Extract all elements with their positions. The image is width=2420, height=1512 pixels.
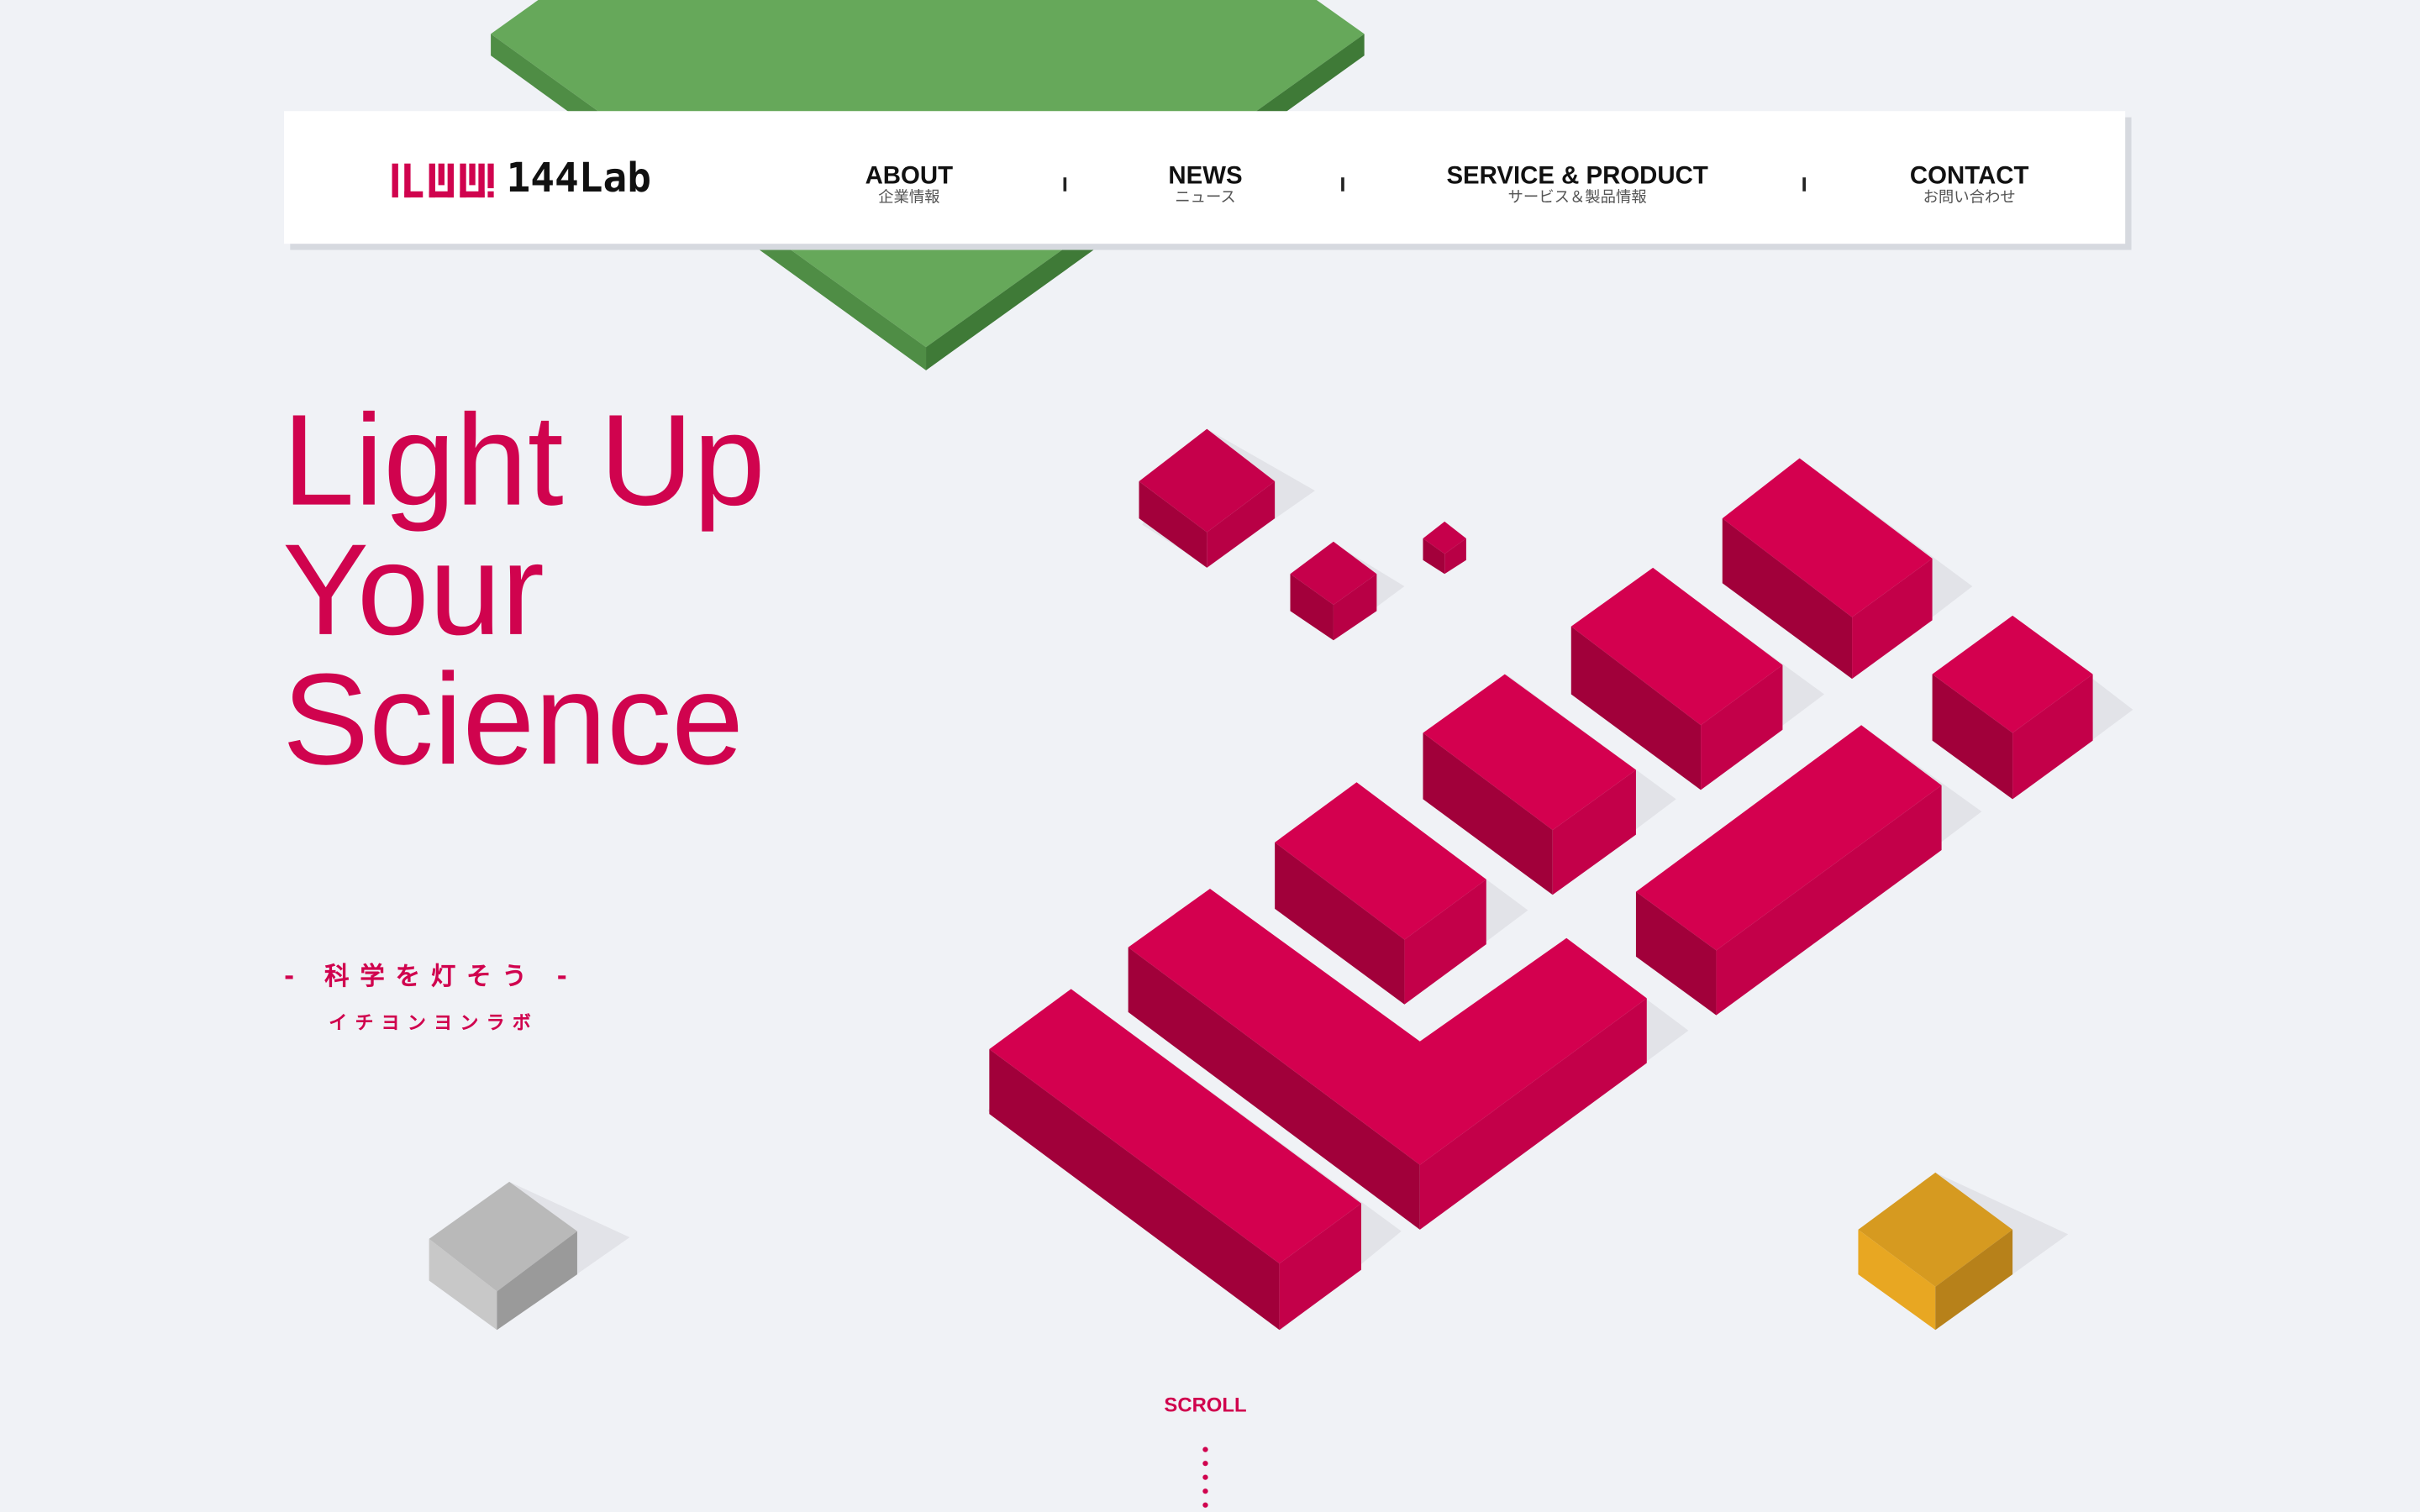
nav-about[interactable]: ABOUT 企業情報 — [865, 164, 953, 208]
small-cube-2 — [1290, 541, 1377, 641]
site-logo[interactable]: 144Lab — [392, 155, 651, 204]
nav-contact-sublabel: お問い合わせ — [1923, 189, 2016, 207]
hero-headline-line-3: Science — [282, 646, 744, 792]
hero-kana-reading: イチヨンヨンラボ — [329, 1011, 539, 1034]
nav-about-sublabel: 企業情報 — [878, 189, 940, 207]
hero-tagline: - 科学を灯そう - — [283, 961, 578, 991]
nav-news[interactable]: NEWS ニュース — [1168, 164, 1242, 208]
nav-service-product-sublabel: サービス＆製品情報 — [1507, 189, 1647, 207]
scroll-indicator-label[interactable]: SCROLL — [1164, 1394, 1246, 1417]
gold-cube — [1858, 1172, 2013, 1331]
nav-contact-label: CONTACT — [1909, 163, 2029, 190]
small-cube-1 — [1139, 428, 1276, 568]
site-header: 144Lab ABOUT 企業情報 NEWS ニュース SERVICE & PR… — [283, 111, 2126, 244]
nav-about-label: ABOUT — [865, 163, 954, 190]
nav-separator — [1341, 177, 1344, 192]
hero-headline-line-1: Light Up — [282, 387, 765, 533]
144lab-logo-mark-icon — [392, 163, 494, 198]
nav-contact[interactable]: CONTACT お問い合わせ — [1910, 164, 2028, 208]
nav-service-product[interactable]: SERVICE & PRODUCT サービス＆製品情報 — [1446, 164, 1707, 208]
nav-separator — [1802, 177, 1806, 192]
nav-service-product-label: SERVICE & PRODUCT — [1446, 163, 1708, 190]
nav-news-label: NEWS — [1168, 163, 1243, 190]
block-2 — [1932, 615, 2093, 800]
nav-news-sublabel: ニュース — [1175, 189, 1236, 207]
small-cube-3 — [1423, 521, 1466, 575]
hero-headline-line-2: Your — [282, 517, 544, 662]
logo-text: 144Lab — [506, 155, 651, 202]
nav-separator — [1063, 177, 1066, 192]
scroll-dots-icon — [1202, 1442, 1209, 1512]
